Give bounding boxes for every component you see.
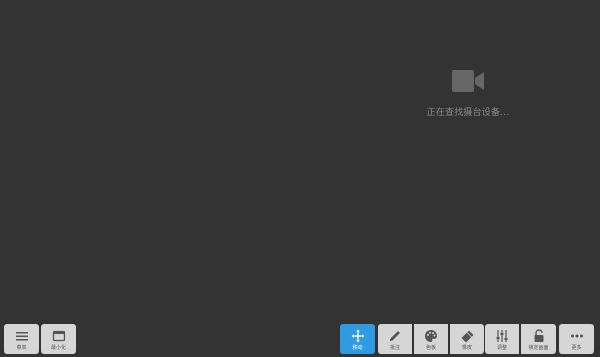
move-button-label: 移动 (352, 345, 363, 351)
camera-search-status: 正在查找摄台设备... (408, 68, 528, 118)
minimize-button-label: 最小化 (50, 345, 66, 351)
more-dots-icon (570, 334, 583, 338)
hamburger-menu-icon (15, 332, 28, 341)
annotation-tools-group: 批注 色板 橡皮 (378, 324, 484, 354)
adjust-button[interactable]: 调整 (485, 324, 519, 354)
lock-screen-button[interactable]: 锁定画面 (521, 324, 556, 354)
eraser-button-label: 橡皮 (461, 345, 472, 351)
window-minimize-icon (52, 330, 65, 342)
more-button[interactable]: 更多 (559, 324, 594, 354)
menu-button[interactable]: 菜单 (4, 324, 39, 354)
adjust-button-label: 调整 (496, 345, 507, 351)
sliders-icon (496, 330, 508, 342)
pencil-icon (390, 331, 400, 341)
menu-button-label: 菜单 (16, 345, 27, 351)
more-button-label: 更多 (571, 345, 582, 351)
unlock-icon (534, 329, 543, 342)
eraser-icon (461, 330, 474, 343)
camera-viewport: 正在查找摄台设备... 菜单 最小化 移动 批注 色板 橡皮 调整 锁定画面 更… (0, 0, 600, 357)
minimize-button[interactable]: 最小化 (41, 324, 76, 354)
annotate-button-label: 批注 (389, 345, 400, 351)
move-arrows-icon (351, 329, 364, 343)
annotate-button[interactable]: 批注 (378, 324, 412, 354)
video-camera-icon (452, 70, 484, 92)
palette-icon (425, 330, 437, 342)
view-tools-group: 调整 锁定画面 (485, 324, 556, 354)
move-button[interactable]: 移动 (340, 324, 375, 354)
color-palette-button[interactable]: 色板 (414, 324, 448, 354)
color-palette-button-label: 色板 (425, 345, 436, 351)
lock-screen-button-label: 锁定画面 (528, 345, 549, 351)
status-message: 正在查找摄台设备... (426, 108, 510, 118)
eraser-button[interactable]: 橡皮 (450, 324, 484, 354)
